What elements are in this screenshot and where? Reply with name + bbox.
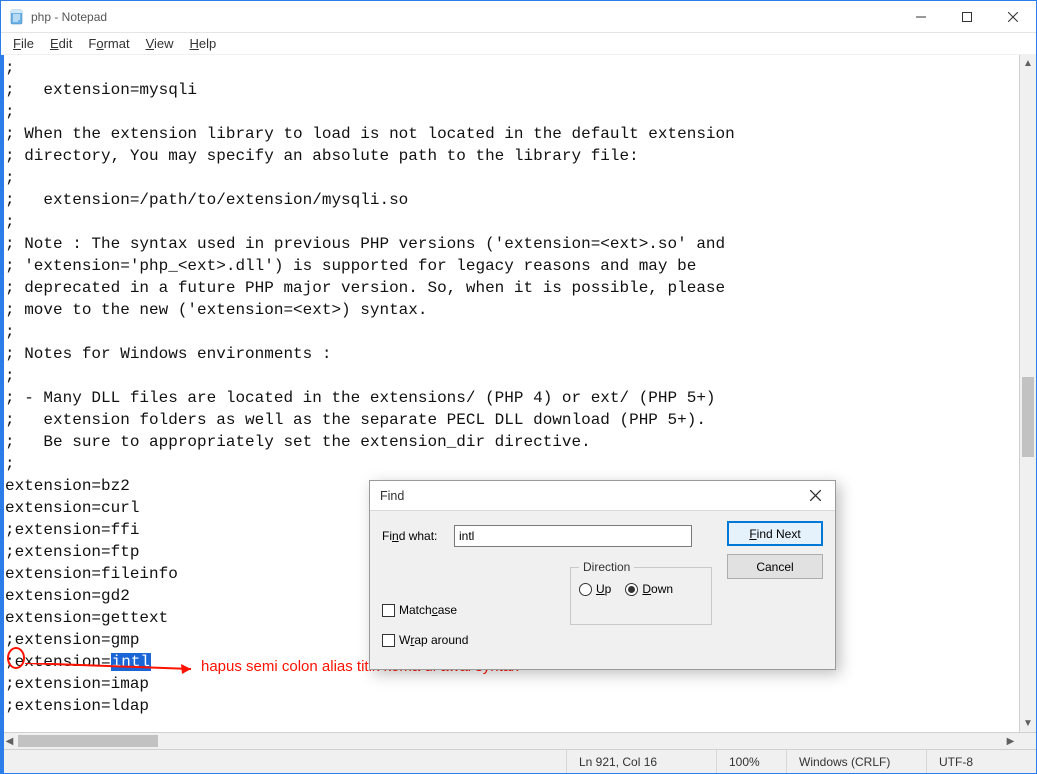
- radio-icon: [579, 583, 592, 596]
- status-position: Ln 921, Col 16: [566, 750, 716, 773]
- find-what-label: Find what:: [382, 529, 446, 543]
- scroll-down-arrow-icon[interactable]: ▼: [1020, 715, 1036, 732]
- scroll-up-arrow-icon[interactable]: ▲: [1020, 55, 1036, 72]
- menu-file[interactable]: File: [5, 35, 42, 52]
- editor-line[interactable]: ;extension=imap: [5, 673, 1019, 695]
- editor-line[interactable]: ; directory, You may specify an absolute…: [5, 145, 1019, 167]
- editor-line[interactable]: ; deprecated in a future PHP major versi…: [5, 277, 1019, 299]
- editor-line[interactable]: ; Be sure to appropriately set the exten…: [5, 431, 1019, 453]
- editor-line[interactable]: ; extension=mysqli: [5, 79, 1019, 101]
- find-dialog[interactable]: Find Find what: Direction Up Down Match …: [369, 480, 836, 670]
- editor-line[interactable]: ; When the extension library to load is …: [5, 123, 1019, 145]
- scrollbar-corner: [1019, 733, 1036, 750]
- horizontal-scroll-thumb[interactable]: [18, 735, 158, 747]
- status-line-ending: Windows (CRLF): [786, 750, 926, 773]
- wrap-around-checkbox[interactable]: Wrap around: [382, 633, 468, 647]
- editor-line[interactable]: ;: [5, 211, 1019, 233]
- editor-line[interactable]: ; Note : The syntax used in previous PHP…: [5, 233, 1019, 255]
- direction-up-radio[interactable]: Up: [579, 582, 611, 596]
- editor-line[interactable]: ;extension=ldap: [5, 695, 1019, 717]
- menu-view[interactable]: View: [138, 35, 182, 52]
- horizontal-scrollbar[interactable]: ◀ ▶: [1, 733, 1019, 749]
- editor-line[interactable]: ;: [5, 365, 1019, 387]
- editor-line[interactable]: ;: [5, 167, 1019, 189]
- editor-line[interactable]: ; extension=/path/to/extension/mysqli.so: [5, 189, 1019, 211]
- direction-label: Direction: [579, 560, 634, 574]
- menu-help[interactable]: Help: [182, 35, 225, 52]
- direction-group: Direction Up Down: [570, 567, 712, 625]
- editor-line[interactable]: ;: [5, 101, 1019, 123]
- titlebar[interactable]: php - Notepad: [1, 1, 1036, 33]
- vertical-scroll-thumb[interactable]: [1022, 377, 1034, 457]
- direction-down-radio[interactable]: Down: [625, 582, 673, 596]
- vertical-scrollbar[interactable]: ▲ ▼: [1019, 55, 1036, 732]
- scroll-left-arrow-icon[interactable]: ◀: [1, 733, 18, 749]
- editor-line[interactable]: ; move to the new ('extension=<ext>) syn…: [5, 299, 1019, 321]
- menubar: File Edit Format View Help: [1, 33, 1036, 55]
- maximize-button[interactable]: [944, 1, 990, 32]
- editor-line[interactable]: ; - Many DLL files are located in the ex…: [5, 387, 1019, 409]
- minimize-button[interactable]: [898, 1, 944, 32]
- editor-line[interactable]: ; 'extension='php_<ext>.dll') is support…: [5, 255, 1019, 277]
- editor-line[interactable]: ;: [5, 57, 1019, 79]
- notepad-icon: [9, 9, 25, 25]
- scroll-right-arrow-icon[interactable]: ▶: [1002, 733, 1019, 749]
- find-next-button[interactable]: Find Next: [727, 521, 823, 546]
- find-dialog-titlebar[interactable]: Find: [370, 481, 835, 511]
- editor-line[interactable]: ; extension folders as well as the separ…: [5, 409, 1019, 431]
- radio-icon: [625, 583, 638, 596]
- checkbox-icon: [382, 634, 395, 647]
- find-dialog-body: Find what: Direction Up Down Match case …: [370, 511, 835, 669]
- find-close-button[interactable]: [795, 481, 835, 510]
- window-controls: [898, 1, 1036, 32]
- selection: intl: [111, 653, 151, 671]
- notepad-window: php - Notepad File Edit Format View Help…: [0, 0, 1037, 774]
- find-what-input[interactable]: [454, 525, 692, 547]
- cancel-button[interactable]: Cancel: [727, 554, 823, 579]
- match-case-checkbox[interactable]: Match case: [382, 603, 457, 617]
- status-zoom: 100%: [716, 750, 786, 773]
- menu-edit[interactable]: Edit: [42, 35, 80, 52]
- find-dialog-title: Find: [380, 489, 404, 503]
- window-title: php - Notepad: [31, 10, 107, 24]
- status-spacer: [1, 750, 566, 773]
- editor-line[interactable]: ;: [5, 453, 1019, 475]
- editor-line[interactable]: ; Notes for Windows environments :: [5, 343, 1019, 365]
- status-encoding: UTF-8: [926, 750, 1036, 773]
- menu-format[interactable]: Format: [80, 35, 137, 52]
- checkbox-icon: [382, 604, 395, 617]
- statusbar: Ln 921, Col 16 100% Windows (CRLF) UTF-8: [1, 749, 1036, 773]
- editor-line[interactable]: ;: [5, 321, 1019, 343]
- horizontal-scrollbar-row: ◀ ▶: [1, 732, 1036, 749]
- close-button[interactable]: [990, 1, 1036, 32]
